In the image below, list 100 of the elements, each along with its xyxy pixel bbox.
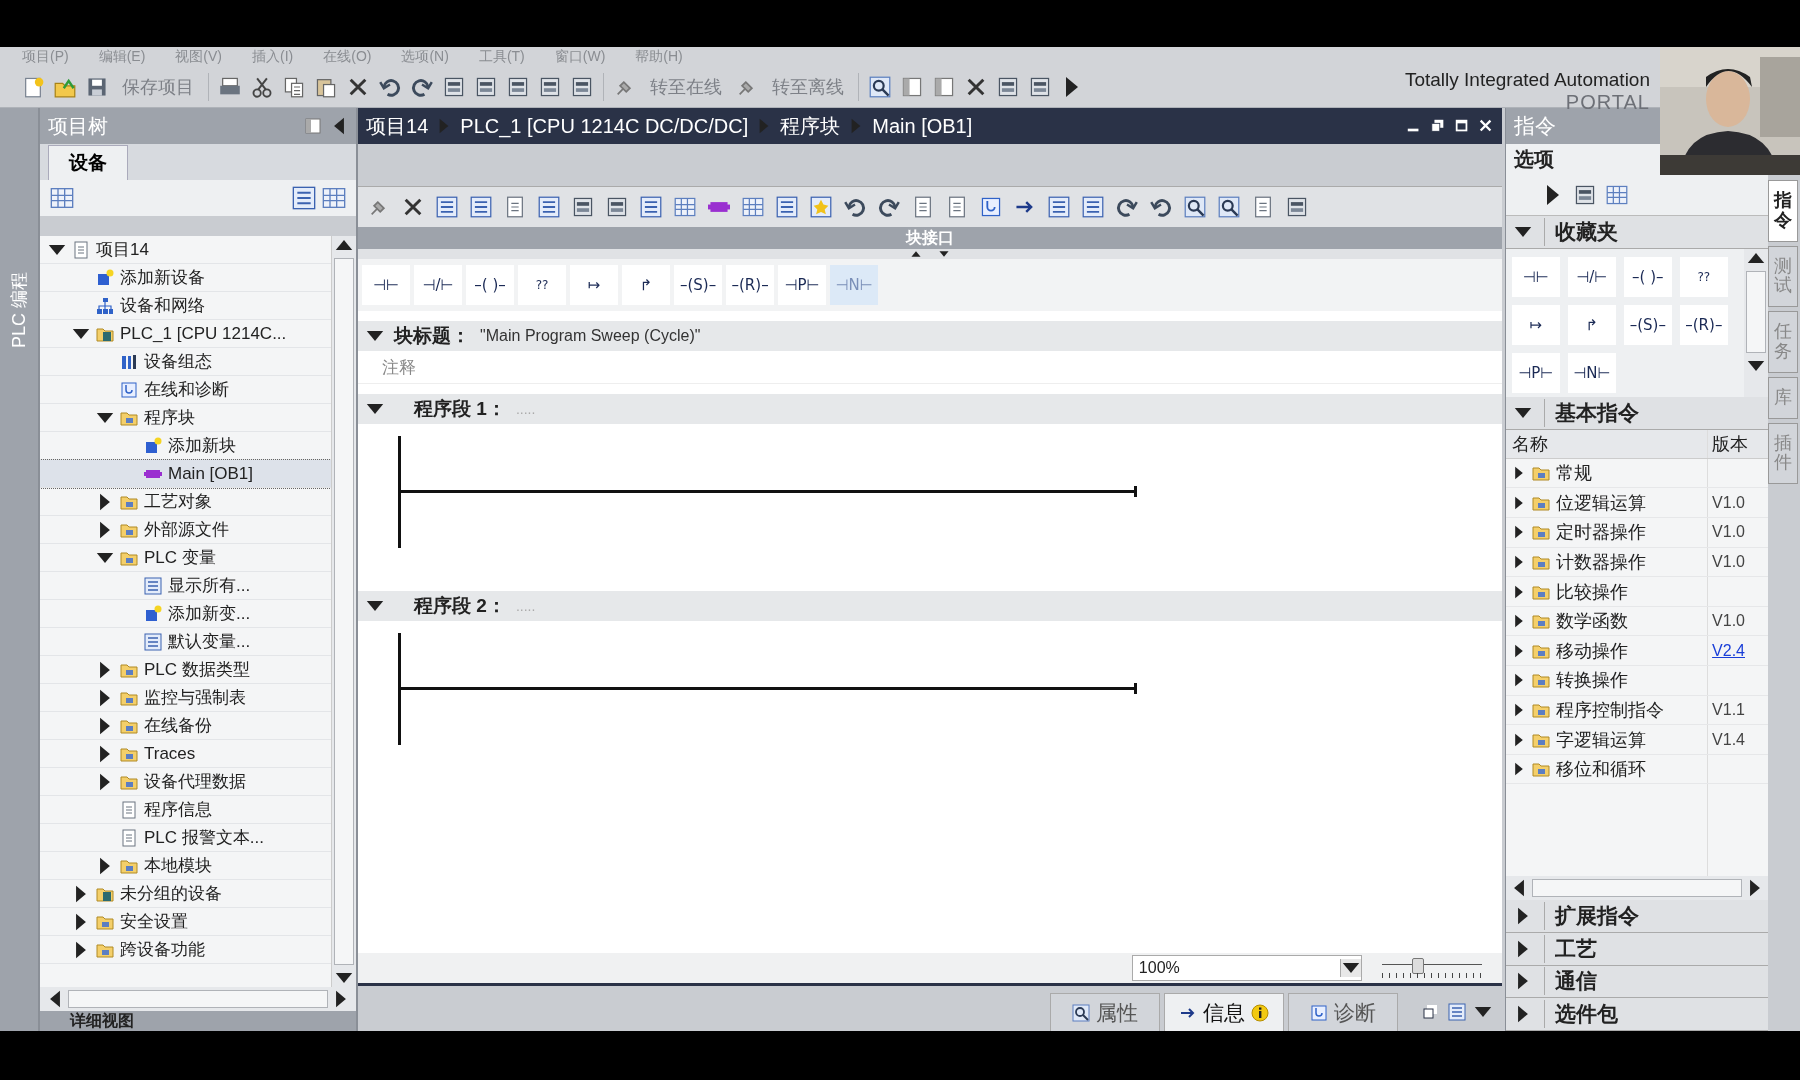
zoom-slider[interactable] [1381,957,1482,979]
tree-item[interactable]: 在线备份 [40,712,332,740]
tree-item[interactable]: PLC 数据类型 [40,656,332,684]
list-icon[interactable] [776,196,799,218]
section-header[interactable]: 工艺 [1505,932,1769,966]
delete-icon[interactable] [347,76,369,98]
ladder-element-button[interactable]: ⊣P⊢ [778,265,827,305]
window-icon[interactable] [571,76,593,98]
scrollbar-thumb[interactable] [1531,879,1743,898]
window-icon[interactable] [539,76,561,98]
tree-item[interactable]: 安全设置 [40,908,332,936]
favorite-instruction-button[interactable]: ?? [1679,256,1728,297]
section-header[interactable]: 收藏夹 [1505,215,1769,249]
ladder-element-button[interactable]: ?? [518,265,567,305]
window-icon[interactable] [507,76,529,98]
tree-item[interactable]: PLC 变量 [40,544,332,572]
maximize-icon[interactable] [1453,118,1470,134]
instruction-group[interactable]: 移位和循环 [1505,754,1708,784]
delete-icon[interactable] [965,76,987,98]
window-icon[interactable] [1286,196,1309,218]
instruction-group[interactable]: 数学函数 [1505,606,1708,636]
grid-icon[interactable] [674,196,697,218]
tab[interactable]: 设备 [48,145,128,180]
breadcrumb-item[interactable]: 项目14 [366,112,429,140]
favorite-instruction-button[interactable]: –( )– [1623,256,1672,297]
instruction-group[interactable]: 程序控制指令 [1505,695,1708,725]
tree-item[interactable]: 项目14 [40,236,332,264]
tree-item[interactable]: 工艺对象 [40,488,332,516]
scrollbar-thumb[interactable] [1746,270,1767,353]
breadcrumb-item[interactable]: Main [OB1] [872,114,973,138]
window-icon[interactable] [475,76,497,98]
instruction-group[interactable]: 转换操作 [1505,666,1708,695]
list-icon[interactable] [436,196,459,218]
search-icon[interactable] [1184,196,1207,218]
zoom-field[interactable]: 100% [1131,955,1362,981]
favorite-instruction-button[interactable]: –(R)– [1679,304,1728,345]
grid-icon[interactable] [50,186,74,210]
section-header[interactable]: 选件包 [1505,998,1769,1031]
instruction-group[interactable]: 字逻辑运算 [1505,725,1708,754]
ladder-element-button[interactable]: ↱ [622,265,671,305]
scissors-icon[interactable] [251,76,273,98]
favorite-instruction-button[interactable]: ↦ [1511,304,1560,345]
list-icon[interactable] [1082,196,1105,218]
breadcrumb-item[interactable]: 程序块 [780,112,841,140]
detail-view-header[interactable]: 详细视图 [40,1011,357,1031]
undo-icon[interactable] [844,196,867,218]
grid-icon[interactable] [322,186,347,210]
copy-icon[interactable] [283,76,305,98]
favorite-instruction-button[interactable]: ↱ [1567,304,1616,345]
tree-item[interactable]: 添加新变... [40,600,332,628]
window-icon[interactable] [1029,76,1051,98]
tree-item[interactable]: 在线和诊断 [40,376,332,404]
ladder-rung[interactable] [398,633,1139,745]
new-document-icon[interactable] [22,76,44,98]
version-link[interactable]: V2.4 [1712,641,1745,660]
tree-item[interactable]: PLC_1 [CPU 1214C... [40,320,332,348]
ladder-element-button[interactable]: ⊣⊢ [362,265,411,305]
tree-item[interactable]: 默认变量... [40,628,332,656]
favorite-instruction-button[interactable]: ⊣⊢ [1511,256,1560,297]
grid-icon[interactable] [1605,184,1628,207]
list-icon[interactable] [292,186,317,210]
tree-item[interactable]: 程序块 [40,404,332,432]
redo-icon[interactable] [411,76,433,98]
instruction-group[interactable]: 移动操作 [1505,636,1708,666]
window-icon[interactable] [997,76,1019,98]
redo-icon[interactable] [1116,196,1139,218]
close-icon[interactable] [1477,118,1494,134]
list-icon[interactable] [538,196,561,218]
paste-icon[interactable] [315,76,337,98]
instruction-group[interactable]: 比较操作 [1505,577,1708,606]
tree-item[interactable]: 添加新设备 [40,264,332,292]
grid-icon[interactable] [742,196,765,218]
restore-icon[interactable] [1429,118,1446,134]
ladder-rung[interactable] [398,436,1139,548]
window-icon[interactable] [606,196,629,218]
ladder-element-button[interactable]: ⊣/⊢ [414,265,463,305]
tree-item[interactable]: Main [OB1] [40,460,332,488]
undo-icon[interactable] [379,76,401,98]
tree-item[interactable]: 程序信息 [40,796,332,824]
scrollbar-thumb[interactable] [68,990,329,1008]
section-header[interactable]: 通信 [1505,965,1769,999]
undo-icon[interactable] [1150,196,1173,218]
instruction-group[interactable]: 常规 [1505,458,1708,488]
ladder-element-button[interactable]: –( )– [466,265,515,305]
instruction-group[interactable]: 位逻辑运算 [1505,488,1708,518]
tab[interactable]: 属性 [1049,993,1160,1031]
tree-item[interactable]: 未分组的设备 [40,880,332,908]
side-tab[interactable]: 指令 [1768,180,1799,242]
redo-icon[interactable] [878,196,901,218]
tree-item[interactable]: PLC 报警文本... [40,824,332,852]
tree-item[interactable]: 本地模块 [40,852,332,880]
tree-item[interactable]: 外部源文件 [40,516,332,544]
list-icon[interactable] [470,196,493,218]
list-icon[interactable] [640,196,663,218]
tab[interactable]: 诊断 [1287,993,1398,1031]
favorite-instruction-button[interactable]: –(S)– [1623,304,1672,345]
list-icon[interactable] [1048,196,1071,218]
window-icon[interactable] [572,196,595,218]
tree-item[interactable]: 跨设备功能 [40,936,332,964]
window-icon[interactable] [1573,184,1596,207]
